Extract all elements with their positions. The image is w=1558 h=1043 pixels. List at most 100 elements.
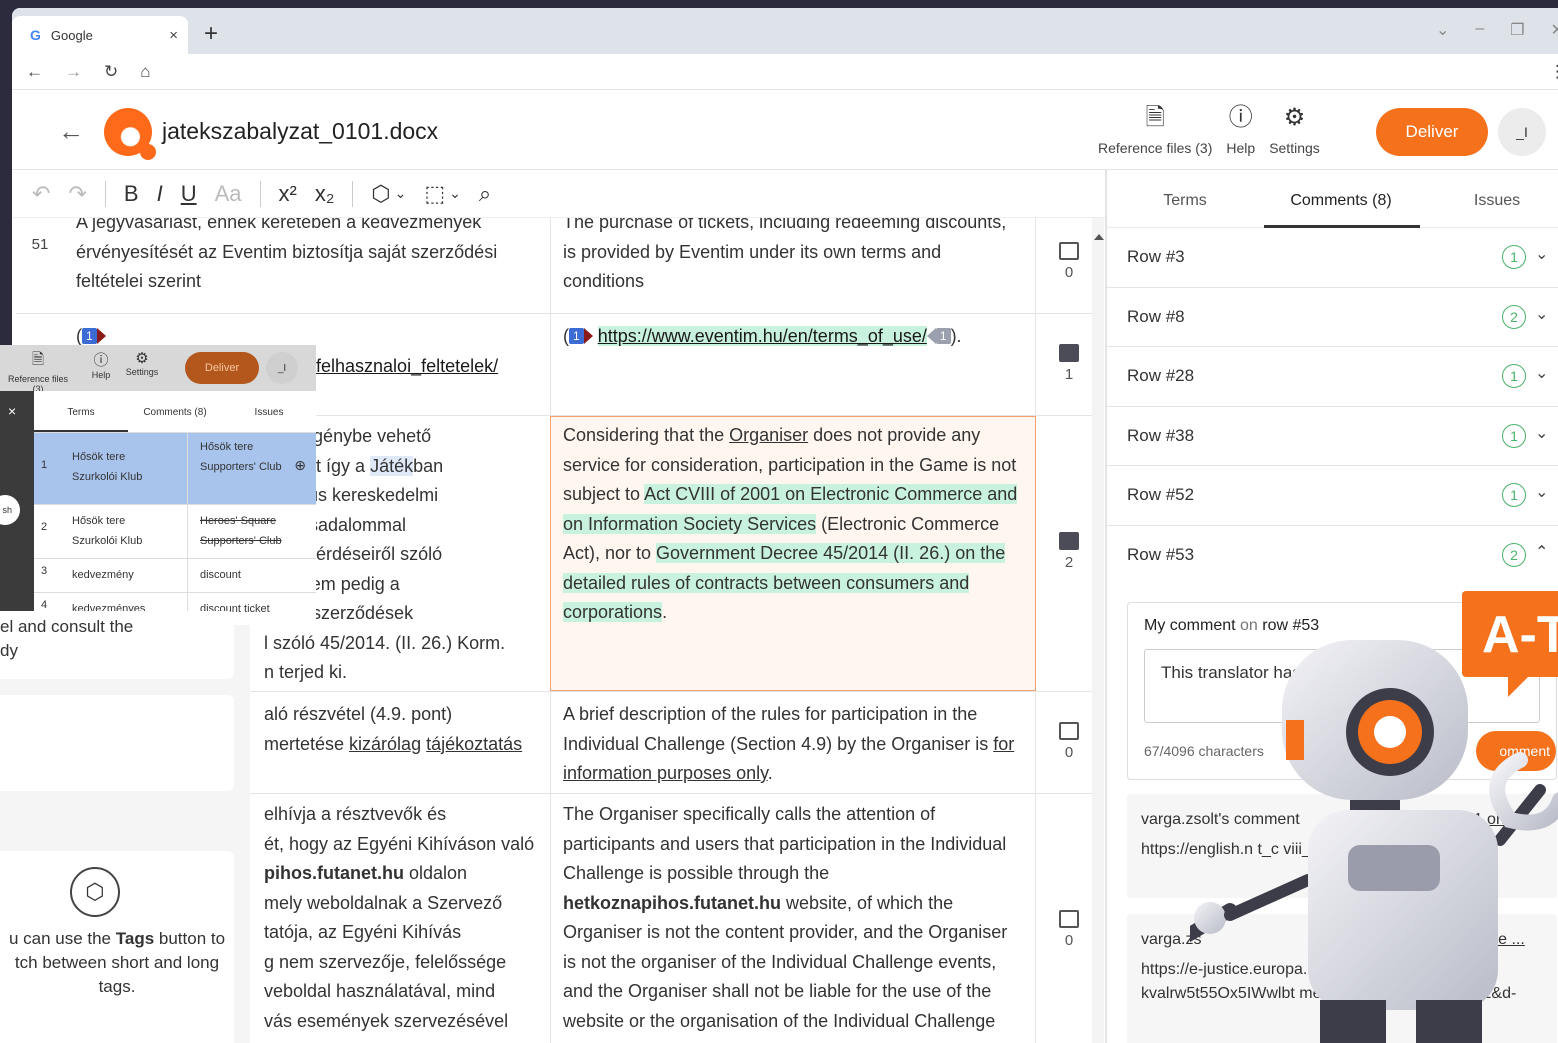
comment-count: 0 [1064,932,1074,949]
tab-comments[interactable]: Comments (8) [1263,170,1419,227]
comment-counter[interactable]: 1 [1046,344,1092,383]
insert-icon[interactable]: ⊕ [294,455,306,475]
tag-marker-icon [926,328,936,344]
close-icon[interactable]: × [8,403,16,419]
chevron-down-icon[interactable]: ⌄ [395,185,407,202]
tab-terms[interactable]: Terms [34,391,128,432]
comment-counter[interactable]: 0 [1046,722,1092,761]
back-icon[interactable]: ← [58,116,84,147]
browser-menu-icon[interactable]: ⋮ [1549,62,1558,82]
tag-icon[interactable]: ⬡ [371,181,390,207]
tab-issues[interactable]: Issues [1419,170,1558,227]
robot-upper-arm-left [1224,874,1314,921]
chevron-down-icon[interactable]: ⌄ [1535,482,1548,502]
target-text[interactable]: The purchase of tickets, including redee… [550,218,1036,313]
chevron-down-icon[interactable]: ⌄ [1535,423,1548,443]
term-highlight[interactable]: Játék [370,455,414,476]
term-highlight[interactable]: Organiser [729,425,808,445]
help-card-text: dy [0,641,18,660]
tab-close-icon[interactable]: × [169,27,178,44]
home-icon[interactable]: ⌂ [140,62,150,82]
table-row[interactable]: 3 kedvezmény discount [34,559,316,593]
tab-issues[interactable]: Issues [222,391,316,432]
new-tab-button[interactable]: + [204,20,218,48]
comment-count: 0 [1064,744,1074,761]
overlay-avatar[interactable]: _I [266,352,298,384]
tag-chip[interactable]: 1 [935,328,951,344]
overlay-deliver-button[interactable]: Deliver [185,352,259,384]
target-text[interactable]: A brief description of the rules for par… [550,692,1036,793]
undo-icon[interactable]: ↶ [32,181,50,207]
target-text-active[interactable]: Considering that the Organiser does not … [550,416,1036,691]
source-text: aló részvétel (4.9. pont) mertetése kizá… [264,692,554,759]
table-row[interactable]: 2 Hősök tere Szurkolói Klub Heroes' Squa… [34,505,316,559]
underline-button[interactable]: U [181,181,197,207]
tag-chip[interactable]: 1 [82,328,97,344]
reference-files-button[interactable]: 🗎 Reference files (3) [1098,104,1212,156]
comment-counter[interactable]: 0 [1046,242,1092,281]
comment-row-28[interactable]: Row #28 1 ⌄ [1107,347,1558,407]
chevron-down-icon[interactable]: ⌄ [1535,304,1548,324]
chevron-up-icon[interactable]: ⌃ [1535,542,1548,562]
address-bar: ← → ↻ ⌂ ⋮ [12,54,1558,90]
settings-button[interactable]: ⚙ Settings [1269,104,1320,156]
overlay-screenshot: 🗎 Reference files (3) ⓘ Help ⚙ Settings Del… [0,345,316,625]
chevron-down-icon[interactable]: ⌄ [1535,244,1548,264]
avatar[interactable]: _I [1498,108,1546,156]
table-row[interactable]: 1 Hősök tere Szurkolói Klub Hősök tere S… [34,433,316,505]
search-icon[interactable]: ⌕ [479,181,491,207]
overlay-reference-files[interactable]: 🗎 Reference files (3) [2,349,74,394]
comment-counter[interactable]: 2 [1046,532,1092,571]
comment-row-53[interactable]: Row #53 2 ⌃ [1107,526,1558,586]
term-number: 3 [40,565,48,577]
target-text[interactable]: (1 https://www.eventim.hu/en/terms_of_us… [550,314,1036,415]
comment-row-8[interactable]: Row #8 2 ⌄ [1107,288,1558,347]
browser-tab[interactable]: G Google × [12,16,188,54]
help-card-empty [0,695,234,791]
source-line: g nem szervezője, felelőssége [264,951,507,972]
redo-icon[interactable]: ↷ [68,181,86,207]
italic-button[interactable]: I [157,181,163,207]
forward-arrow-icon[interactable]: → [65,62,82,82]
comment-row-52[interactable]: Row #52 1 ⌄ [1107,466,1558,526]
case-button[interactable]: Aa [215,181,242,207]
overlay-pill[interactable]: sh [0,495,20,525]
format-icon[interactable]: ⬚ [424,181,445,207]
superscript-button[interactable]: x² [279,181,297,207]
deliver-button[interactable]: Deliver [1376,108,1488,156]
term-source: kedvezmény [54,559,188,592]
source-line: pihos.futanet.hu oldalon [264,863,468,883]
comment-counter[interactable]: 0 [1046,910,1092,949]
comment-row-38[interactable]: Row #38 1 ⌄ [1107,407,1558,466]
minimize-icon[interactable]: – [1475,20,1484,40]
tag-chip[interactable]: 1 [569,328,584,344]
overlay-settings[interactable]: ⚙ Settings [122,349,162,377]
tab-terms[interactable]: Terms [1107,170,1263,227]
close-window-icon[interactable]: ✕ [1551,20,1558,40]
bold-button[interactable]: B [124,181,139,207]
gear-icon: ⚙ [1283,104,1306,131]
help-button[interactable]: ⓘ Help [1226,104,1255,156]
app-logo [104,108,156,160]
overlay-help[interactable]: ⓘ Help [88,349,114,380]
chevron-down-icon[interactable]: ⌄ [449,185,461,202]
help-label: Help [1226,140,1256,156]
source-text: elhívja a résztvevők és ét, hogy az Egyé… [264,794,554,1036]
source-line: vás események szervezésével [264,1010,509,1031]
chevron-down-icon[interactable]: ⌄ [1436,20,1449,40]
comment-row-3[interactable]: Row #3 1 ⌄ [1107,228,1558,288]
target-link[interactable]: https://www.eventim.hu/en/terms_of_use/ [597,326,927,346]
back-arrow-icon[interactable]: ← [26,62,43,82]
target-text[interactable]: The Organiser specifically calls the att… [550,794,1036,1043]
grid-scrollbar[interactable] [1092,218,1104,1043]
restore-icon[interactable]: ❐ [1510,20,1524,40]
my-comment-title: My comment on row #53 [1144,617,1320,634]
reference-files-label: Reference files (3) [1098,140,1213,156]
source-line: elhívja a résztvevők és [264,804,447,824]
subscript-button[interactable]: x₂ [315,181,335,207]
tab-comments[interactable]: Comments (8) [128,391,222,432]
source-link[interactable]: felhasznaloi_feltetelek/ [316,356,498,376]
reload-icon[interactable]: ↻ [104,62,118,82]
chevron-down-icon[interactable]: ⌄ [1535,363,1548,383]
scroll-up-icon[interactable] [1094,234,1104,240]
